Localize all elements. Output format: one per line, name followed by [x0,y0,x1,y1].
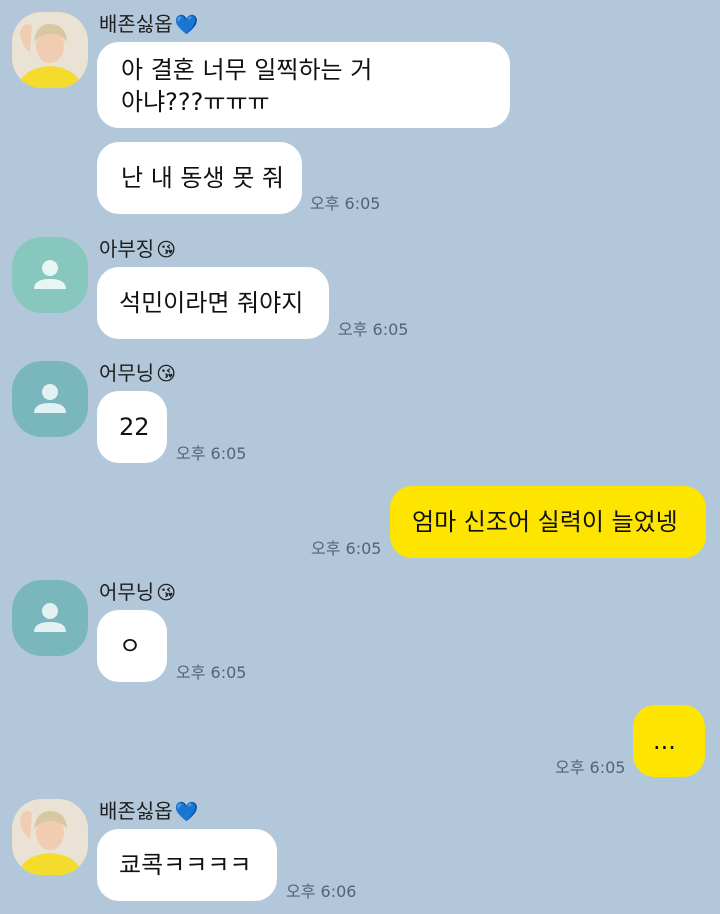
sender-name-text: 어무닝 [99,361,155,385]
message-text: ㅇ [119,632,142,660]
profile-photo-avatar[interactable] [12,799,88,875]
kiss-emoji-icon: 😘 [156,363,177,385]
message-bubble[interactable]: 22 [97,391,167,463]
profile-photo-avatar[interactable] [12,12,88,88]
sender-name: 어무닝 😘 [99,361,176,386]
person-icon [34,603,66,632]
message-time: 오후 6:05 [176,444,247,463]
message-time: 오후 6:06 [286,882,357,901]
message-bubble[interactable]: 아 결혼 너무 일찍하는 거 아냐???ㅠㅠㅠ [97,42,510,128]
message-time: 오후 6:05 [310,194,381,213]
message-time: 오후 6:05 [338,320,409,339]
sender-name-text: 어무닝 [99,580,155,604]
message-time: 오후 6:05 [311,539,382,558]
message-time: 오후 6:05 [176,663,247,682]
my-message-bubble[interactable]: 엄마 신조어 실력이 늘었넹 [390,486,706,558]
message-time: 오후 6:05 [555,758,626,777]
sender-name: 어무닝 😘 [99,580,176,605]
message-text: 22 [119,413,150,441]
message-bubble[interactable]: 석민이라면 줘야지 [97,267,329,339]
sender-name-text: 아부징 [99,237,155,261]
sender-name: 배존싫옵 💙 [99,799,198,824]
message-text: 난 내 동생 못 줘 [121,164,284,192]
kiss-emoji-icon: 😘 [156,239,177,261]
message-bubble[interactable]: 난 내 동생 못 줘 [97,142,302,214]
kiss-emoji-icon: 😘 [156,582,177,604]
blue-heart-icon: 💙 [174,14,199,36]
sender-name-text: 배존싫옵 [99,799,173,823]
message-text: 엄마 신조어 실력이 늘었넹 [412,508,678,536]
sender-name: 아부징 😘 [99,237,176,262]
message-text: 석민이라면 줘야지 [119,289,304,317]
default-profile-avatar[interactable] [12,361,88,437]
message-text: 쿄콕ㅋㅋㅋㅋ [119,851,252,879]
person-icon [34,260,66,289]
default-profile-avatar[interactable] [12,237,88,313]
message-text: ... [653,727,676,755]
message-bubble[interactable]: ㅇ [97,610,167,682]
person-icon [34,384,66,413]
person-photo-icon [12,12,88,88]
blue-heart-icon: 💙 [174,801,199,823]
person-photo-icon [12,799,88,875]
message-text: 아 결혼 너무 일찍하는 거 아냐???ㅠㅠㅠ [121,56,373,116]
default-profile-avatar[interactable] [12,580,88,656]
my-message-bubble[interactable]: ... [633,705,705,777]
message-bubble[interactable]: 쿄콕ㅋㅋㅋㅋ [97,829,277,901]
sender-name: 배존싫옵 💙 [99,12,198,37]
sender-name-text: 배존싫옵 [99,12,173,36]
